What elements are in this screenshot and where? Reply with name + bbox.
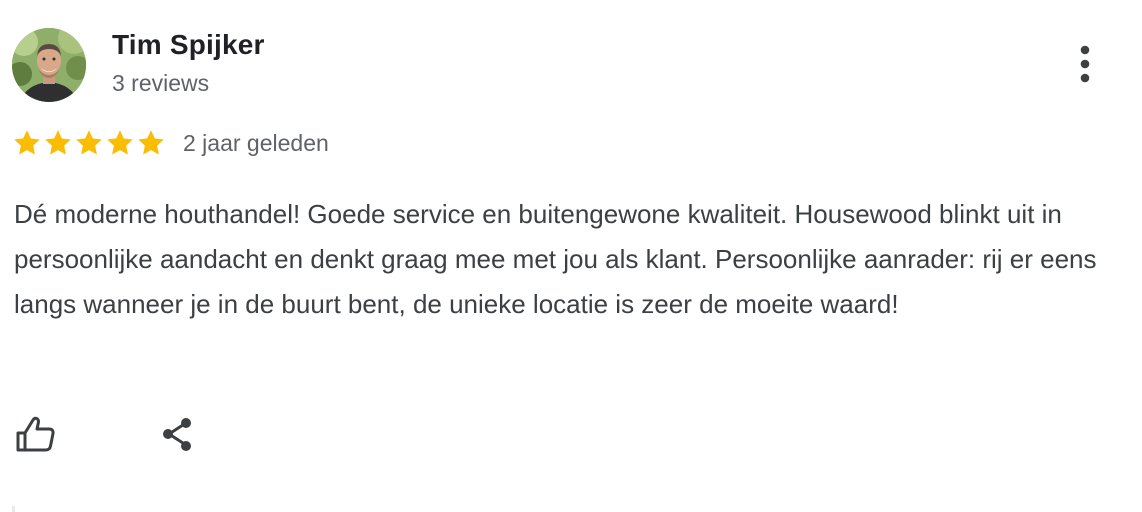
review-card: Tim Spijker 3 reviews 2 jaar geleden Dé … xyxy=(0,0,1142,512)
review-count: 3 reviews xyxy=(112,70,210,96)
star-icon xyxy=(105,128,135,158)
star-icon xyxy=(43,128,73,158)
review-text: Dé moderne houthandel! Goede service en … xyxy=(14,199,1097,319)
star-icon xyxy=(12,128,42,158)
thumbs-up-icon xyxy=(16,416,55,452)
profile-photo-icon xyxy=(12,28,86,102)
star-icon xyxy=(74,128,104,158)
divider-mark xyxy=(12,506,15,512)
like-button[interactable] xyxy=(12,410,60,458)
star-rating xyxy=(12,128,166,158)
more-options-button[interactable] xyxy=(1064,40,1108,88)
more-vert-icon xyxy=(1080,45,1090,83)
reviewer-name[interactable]: Tim Spijker xyxy=(112,29,265,61)
share-button[interactable] xyxy=(154,410,202,458)
avatar[interactable] xyxy=(12,28,86,102)
review-date: 2 jaar geleden xyxy=(183,130,329,156)
star-icon xyxy=(136,128,166,158)
share-icon xyxy=(163,418,191,451)
